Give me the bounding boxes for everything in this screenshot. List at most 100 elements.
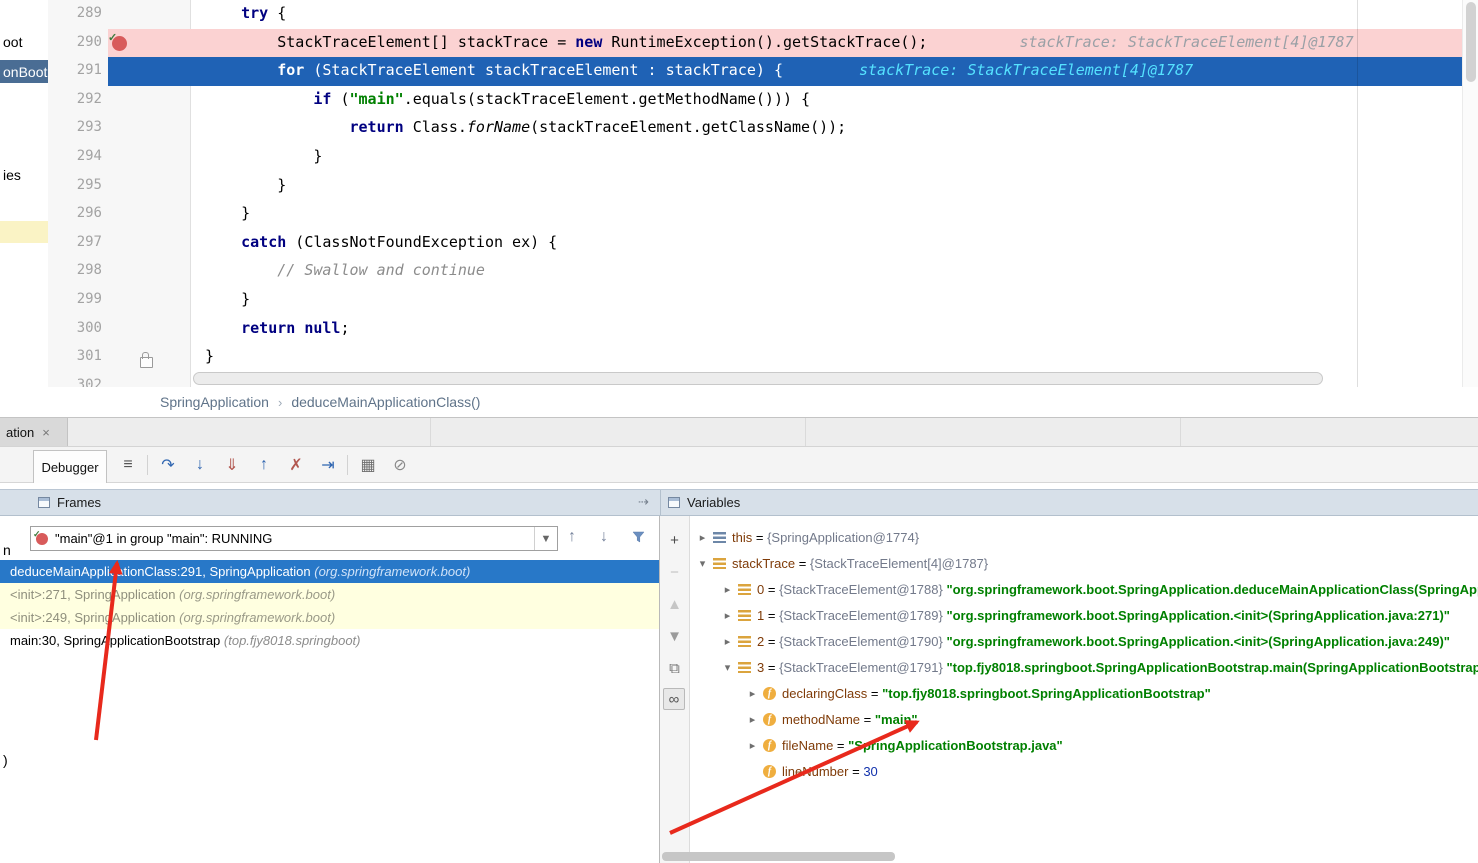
run-to-cursor-icon[interactable]: ⇥ (312, 451, 344, 478)
code-line-292[interactable]: 292 if ("main".equals(stackTraceElement.… (48, 86, 1462, 115)
frame-row[interactable]: <init>:271, SpringApplication (org.sprin… (0, 583, 659, 606)
code-text[interactable]: } (205, 176, 286, 194)
variable-row[interactable]: ▸0 = {StackTraceElement@1788} "org.sprin… (691, 576, 1478, 602)
duplicate-watch-icon[interactable]: ⧉ (660, 656, 689, 680)
variable-row[interactable]: ▸2 = {StackTraceElement@1790} "org.sprin… (691, 628, 1478, 654)
variable-row[interactable]: ▸1 = {StackTraceElement@1789} "org.sprin… (691, 602, 1478, 628)
frames-panel: "main"@1 in group "main": RUNNING ▼ ↑ ↓ … (0, 516, 660, 863)
thread-selector-dropdown[interactable]: "main"@1 in group "main": RUNNING ▼ (30, 526, 558, 551)
code-text[interactable]: // Swallow and continue (205, 261, 485, 279)
variables-hscrollbar-thumb[interactable] (662, 852, 895, 861)
code-text[interactable]: try { (205, 4, 286, 22)
mute-breakpoints-icon[interactable]: ⊘ (384, 451, 416, 478)
variable-row[interactable]: ▸ffileName = "SpringApplicationBootstrap… (691, 732, 1478, 758)
remove-watch-icon[interactable]: − (660, 560, 689, 584)
code-line-294[interactable]: 294 } (48, 143, 1462, 172)
previous-frame-icon[interactable]: ↑ (568, 528, 576, 546)
line-number: 297 (48, 234, 102, 250)
breakpoint-icon[interactable] (112, 36, 127, 51)
panel-options-icon[interactable]: ⇢ (638, 494, 649, 510)
chevron-right-icon[interactable]: ▸ (697, 531, 708, 544)
frame-row[interactable]: deduceMainApplicationClass:291, SpringAp… (0, 560, 659, 583)
code-line-296[interactable]: 296 } (48, 200, 1462, 229)
equals-sign: = (764, 608, 779, 623)
code-line-291[interactable]: 291 for (StackTraceElement stackTraceEle… (48, 57, 1462, 86)
code-text[interactable]: StackTraceElement[] stackTrace = new Run… (205, 33, 1354, 51)
project-item-fragment[interactable]: ies (3, 167, 21, 183)
debug-session-tab[interactable]: ation × (0, 418, 68, 446)
code-line-301[interactable]: 301} (48, 343, 1462, 372)
force-step-into-icon[interactable]: ⇓ (216, 451, 248, 478)
right-margin-guide (1357, 0, 1358, 387)
variable-row[interactable]: ▾stackTrace = {StackTraceElement[4]@1787… (691, 550, 1478, 576)
add-watch-icon[interactable]: + (660, 528, 689, 552)
code-text[interactable]: } (205, 290, 250, 308)
project-item-fragment[interactable]: ) (3, 752, 8, 768)
code-line-295[interactable]: 295 } (48, 172, 1462, 201)
chevron-right-icon[interactable]: ▸ (722, 583, 733, 596)
step-into-icon[interactable]: ↓ (184, 451, 216, 478)
tab-debugger[interactable]: Debugger (33, 450, 107, 483)
code-line-290[interactable]: 290 StackTraceElement[] stackTrace = new… (48, 29, 1462, 58)
variable-row[interactable]: ▸fdeclaringClass = "top.fjy8018.springbo… (691, 680, 1478, 706)
step-out-icon[interactable]: ↑ (248, 451, 280, 478)
next-frame-icon[interactable]: ↓ (600, 528, 608, 546)
editor-hscrollbar-thumb[interactable] (193, 372, 1323, 385)
variable-name: lineNumber (782, 764, 848, 779)
code-line-289[interactable]: 289 try { (48, 0, 1462, 29)
code-text[interactable]: return Class.forName(stackTraceElement.g… (205, 118, 846, 136)
project-item-fragment[interactable]: oot (3, 34, 22, 50)
code-line-299[interactable]: 299 } (48, 286, 1462, 315)
chevron-right-icon[interactable]: ▸ (747, 739, 758, 752)
move-down-icon[interactable]: ▼ (660, 624, 689, 648)
chevron-down-icon[interactable]: ▼ (534, 527, 557, 550)
chevron-right-icon[interactable]: ▸ (747, 687, 758, 700)
line-number: 301 (48, 348, 102, 364)
chevron-down-icon[interactable]: ▾ (722, 661, 733, 674)
close-tab-icon[interactable]: × (42, 425, 50, 440)
step-over-icon[interactable]: ↷ (152, 451, 184, 478)
editor-vscrollbar[interactable] (1462, 0, 1478, 387)
project-item-fragment[interactable]: onBoot (0, 60, 48, 83)
code-line-300[interactable]: 300 return null; (48, 315, 1462, 344)
variable-name: 1 (757, 608, 764, 623)
code-text[interactable]: catch (ClassNotFoundException ex) { (205, 233, 557, 251)
value-icon (713, 532, 726, 543)
code-line-297[interactable]: 297 catch (ClassNotFoundException ex) { (48, 229, 1462, 258)
variable-name: this (732, 530, 752, 545)
code-text[interactable]: if ("main".equals(stackTraceElement.getM… (205, 90, 810, 108)
view-breakpoints-icon[interactable]: ▦ (352, 451, 384, 478)
frame-row[interactable]: main:30, SpringApplicationBootstrap (top… (0, 629, 659, 652)
variable-row[interactable]: flineNumber = 30 (691, 758, 1478, 784)
move-up-icon[interactable]: ▲ (660, 592, 689, 616)
code-text[interactable]: for (StackTraceElement stackTraceElement… (205, 61, 1193, 79)
variables-panel-header: Variables (668, 490, 740, 515)
watches-toolbar: + − ▲ ▼ ⧉ ∞ (660, 516, 690, 863)
breadcrumb-method[interactable]: deduceMainApplicationClass() (291, 394, 480, 410)
code-line-298[interactable]: 298 // Swallow and continue (48, 257, 1462, 286)
variables-panel-title: Variables (687, 495, 740, 510)
code-text[interactable]: } (205, 147, 322, 165)
code-editor[interactable]: 289 try {290 StackTraceElement[] stackTr… (48, 0, 1462, 387)
hide-frames-filter-icon[interactable] (632, 531, 645, 549)
tab-separator (430, 418, 431, 446)
code-line-293[interactable]: 293 return Class.forName(stackTraceEleme… (48, 114, 1462, 143)
inline-watches-icon[interactable]: ∞ (663, 688, 685, 710)
chevron-right-icon[interactable]: ▸ (747, 713, 758, 726)
chevron-down-icon[interactable]: ▾ (697, 557, 708, 570)
variable-row[interactable]: ▸this = {SpringApplication@1774} (691, 524, 1478, 550)
chevron-right-icon[interactable]: ▸ (722, 609, 733, 622)
code-text[interactable]: return null; (205, 319, 350, 337)
chevron-right-icon[interactable]: ▸ (722, 635, 733, 648)
variable-row[interactable]: ▸fmethodName = "main" (691, 706, 1478, 732)
editor-vscrollbar-thumb[interactable] (1466, 2, 1476, 82)
settings-icon[interactable]: ≡ (112, 451, 144, 478)
code-text[interactable]: } (205, 347, 214, 365)
project-item-fragment[interactable]: n (3, 542, 11, 558)
variable-row[interactable]: ▾3 = {StackTraceElement@1791} "top.fjy80… (691, 654, 1478, 680)
code-text[interactable]: } (205, 204, 250, 222)
breadcrumb-class[interactable]: SpringApplication (160, 394, 269, 410)
debugger-toolbar: Debugger ≡ ↷↓⇓↑✗⇥ ▦⊘ (0, 447, 1478, 483)
drop-frame-icon[interactable]: ✗ (280, 451, 312, 478)
frame-row[interactable]: <init>:249, SpringApplication (org.sprin… (0, 606, 659, 629)
